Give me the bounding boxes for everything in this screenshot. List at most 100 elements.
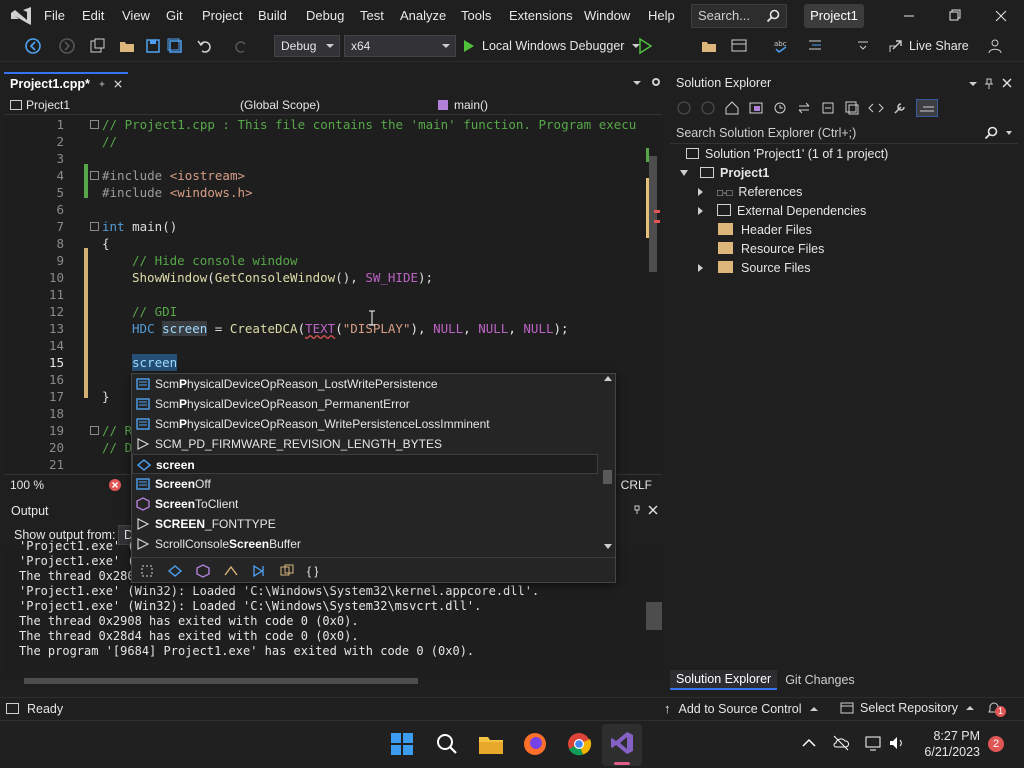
clock[interactable]: 8:27 PM 6/21/2023 [920,728,980,760]
chrome-icon[interactable] [566,731,592,757]
notification-center-badge[interactable]: 2 [988,736,1004,752]
output-hscroll-thumb[interactable] [24,678,418,684]
completion-item[interactable]: ScreenOff [132,474,598,494]
scroll-down-icon[interactable] [604,544,612,549]
open-folder-icon[interactable] [118,37,136,55]
save-all-icon[interactable] [166,37,184,55]
settings-gear-icon[interactable] [650,76,662,88]
solution-configuration-dropdown[interactable]: Debug [274,35,340,57]
namespace-filter-icon[interactable] [279,563,295,579]
preview-selected-items-icon[interactable] [916,99,938,117]
menu-analyze[interactable]: Analyze [400,8,446,23]
braces-filter[interactable]: { } [307,564,318,578]
home-icon[interactable] [724,100,740,116]
solution-node[interactable]: Solution 'Project1' (1 of 1 project) [686,145,888,164]
enum-filter-icon[interactable] [251,563,267,579]
restore-icon[interactable] [932,4,978,28]
collapsed-arrow-icon[interactable] [698,264,703,272]
select-repository-button[interactable]: Select Repository [840,701,974,715]
menu-debug[interactable]: Debug [306,8,344,23]
collapsed-arrow-icon[interactable] [698,188,703,196]
file-explorer-icon[interactable] [478,732,504,756]
member-dropdown[interactable]: main() [438,96,638,114]
project-dropdown[interactable]: Project1 [10,96,220,114]
scope-dropdown[interactable]: (Global Scope) [240,96,430,114]
close-icon[interactable] [648,505,658,515]
project-node[interactable]: Project1 [680,164,769,183]
class-filter-icon[interactable] [167,563,183,579]
menu-git[interactable]: Git [166,8,183,23]
collapse-icon[interactable] [90,171,99,180]
redo-icon[interactable] [232,37,250,55]
start-debugging-button[interactable]: Local Windows Debugger [462,35,641,57]
menu-view[interactable]: View [122,8,150,23]
pin-icon[interactable] [632,505,642,515]
menu-project[interactable]: Project [202,8,242,23]
save-icon[interactable] [144,37,162,55]
live-share-button[interactable]: Live Share [888,38,969,54]
menu-extensions[interactable]: Extensions [509,8,573,23]
layout-icon[interactable] [730,37,748,55]
output-window-icon[interactable] [6,703,19,714]
navigate-back-icon[interactable] [24,37,42,55]
close-icon[interactable] [978,4,1024,28]
external-dependencies-node[interactable]: External Dependencies [698,202,866,221]
solution-platform-dropdown[interactable]: x64 [344,35,456,57]
collapse-all-icon[interactable] [820,100,836,116]
pin-icon[interactable] [984,78,994,90]
comment-out-icon[interactable] [806,37,824,55]
panel-dropdown-icon[interactable] [968,79,978,89]
firefox-icon[interactable] [522,731,548,757]
scroll-thumb[interactable] [649,156,657,272]
tab-git-changes[interactable]: Git Changes [777,671,862,689]
completion-item[interactable]: SCM_PD_FIRMWARE_REVISION_LENGTH_BYTES [132,434,598,454]
network-icon[interactable] [864,734,882,752]
start-without-debugging-icon[interactable] [636,37,654,55]
completion-item-selected[interactable]: screen [132,454,598,474]
pending-changes-filter-icon[interactable] [772,100,788,116]
forward-icon[interactable] [700,100,716,116]
notifications-button[interactable]: 1 [986,700,1006,718]
search-input[interactable]: Search... [691,4,787,28]
line-ending[interactable]: CRLF [621,478,652,492]
method-filter-icon[interactable] [195,563,211,579]
menu-file[interactable]: File [44,8,65,23]
resource-files-node[interactable]: Resource Files [718,240,824,259]
navigate-forward-icon[interactable] [58,37,76,55]
undo-icon[interactable] [196,37,214,55]
back-icon[interactable] [676,100,692,116]
pin-icon[interactable] [98,79,106,89]
menu-edit[interactable]: Edit [82,8,104,23]
tab-list-dropdown-icon[interactable] [632,78,642,88]
solution-name-badge[interactable]: Project1 [804,4,864,28]
editor-scrollbar[interactable] [646,116,662,472]
tab-solution-explorer[interactable]: Solution Explorer [670,670,778,690]
chevron-down-icon[interactable] [1006,131,1012,135]
completion-item[interactable]: ScmPhysicalDeviceOpReason_WritePersisten… [132,414,598,434]
folder-icon[interactable] [700,37,718,55]
windows-start-icon[interactable] [390,732,414,756]
menu-help[interactable]: Help [648,8,675,23]
collapse-icon[interactable] [90,222,99,231]
source-files-node[interactable]: Source Files [698,259,810,278]
completion-item[interactable]: ScmPhysicalDeviceOpReason_PermanentError [132,394,598,414]
completion-item[interactable]: ScrollConsoleScreenBuffer [132,534,598,554]
visual-studio-logo-icon[interactable] [9,6,33,26]
properties-wrench-icon[interactable] [892,100,908,116]
error-icon[interactable] [108,478,122,492]
feedback-icon[interactable] [986,37,1004,55]
references-node[interactable]: □-□ References [698,183,802,202]
collapse-icon[interactable] [90,426,99,435]
visual-studio-taskbar-button[interactable] [602,724,642,766]
code-view-icon[interactable] [868,100,884,116]
close-tab-icon[interactable] [114,79,122,89]
minimize-icon[interactable] [886,4,932,28]
snippet-filter-icon[interactable] [139,563,155,579]
menu-tools[interactable]: Tools [461,8,491,23]
add-to-source-control-button[interactable]: ↑ Add to Source Control [664,701,818,716]
scroll-up-icon[interactable] [604,376,612,381]
completion-item[interactable]: ScmPhysicalDeviceOpReason_LostWritePersi… [132,374,598,394]
collapse-icon[interactable] [90,120,99,129]
show-all-files-icon[interactable] [844,100,860,116]
taskbar-search-icon[interactable] [435,732,459,756]
